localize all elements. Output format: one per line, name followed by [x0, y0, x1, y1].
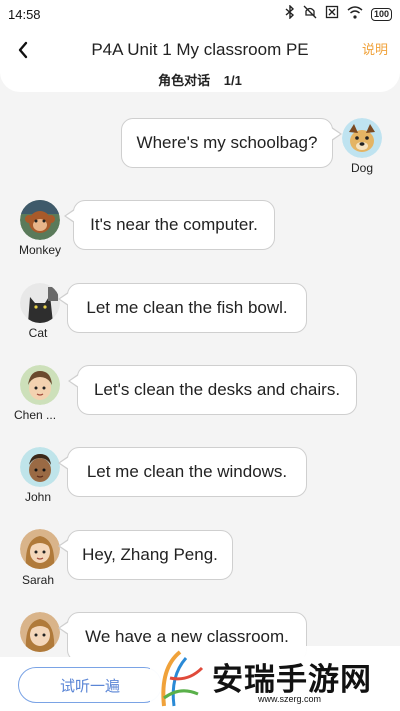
watermark-url: www.szerg.com: [258, 694, 322, 704]
avatar-john: [20, 447, 60, 487]
status-bar: 14:58 100: [0, 0, 400, 28]
page-title: P4A Unit 1 My classroom PE: [91, 40, 309, 59]
speaker-name: Monkey: [18, 243, 62, 257]
listen-button[interactable]: 试听一遍: [18, 667, 162, 703]
message-bubble[interactable]: Let me clean the fish bowl.: [58, 283, 307, 333]
message-bubble[interactable]: It's near the computer.: [64, 200, 275, 250]
sim-icon: [325, 5, 339, 23]
bluetooth-icon: [285, 4, 295, 23]
help-button[interactable]: 说明: [362, 39, 388, 58]
back-arrow-icon: [18, 41, 28, 59]
message-bubble[interactable]: Let me clean the windows.: [58, 447, 307, 497]
wifi-icon: [347, 5, 363, 23]
status-time: 14:58: [8, 7, 41, 22]
header: P4A Unit 1 My classroom PE 角色对话 1/1 说明: [0, 28, 400, 92]
speaker-name: Chen ...: [14, 408, 57, 422]
watermark: 安瑞手游网 www.szerg.com: [150, 646, 400, 711]
back-button[interactable]: [12, 36, 36, 64]
speaker-name: Sarah: [21, 573, 55, 587]
avatar-sarah: [20, 529, 60, 569]
speaker-name: Dog: [350, 161, 373, 175]
page-subtitle: 角色对话 1/1: [0, 70, 400, 89]
avatar-sarah: [20, 612, 60, 652]
status-icons: 100: [285, 4, 392, 23]
avatar-cat: [20, 283, 60, 323]
speaker-name: John: [24, 490, 52, 504]
avatar-dog: [342, 118, 382, 158]
avatar-chen: [20, 365, 60, 405]
speaker-name: Cat: [28, 326, 48, 340]
mute-icon: [303, 5, 317, 23]
watermark-text: 安瑞手游网: [212, 662, 372, 698]
watermark-logo-icon: [161, 650, 204, 707]
subtitle-label: 角色对话: [158, 73, 211, 88]
battery-icon: 100: [370, 7, 392, 21]
page-indicator: 1/1: [223, 73, 242, 88]
message-bubble[interactable]: Hey, Zhang Peng.: [58, 530, 233, 580]
message-bubble[interactable]: Let's clean the desks and chairs.: [68, 365, 357, 415]
message-bubble[interactable]: Where's my schoolbag?: [121, 118, 342, 168]
avatar-monkey: [20, 200, 60, 240]
